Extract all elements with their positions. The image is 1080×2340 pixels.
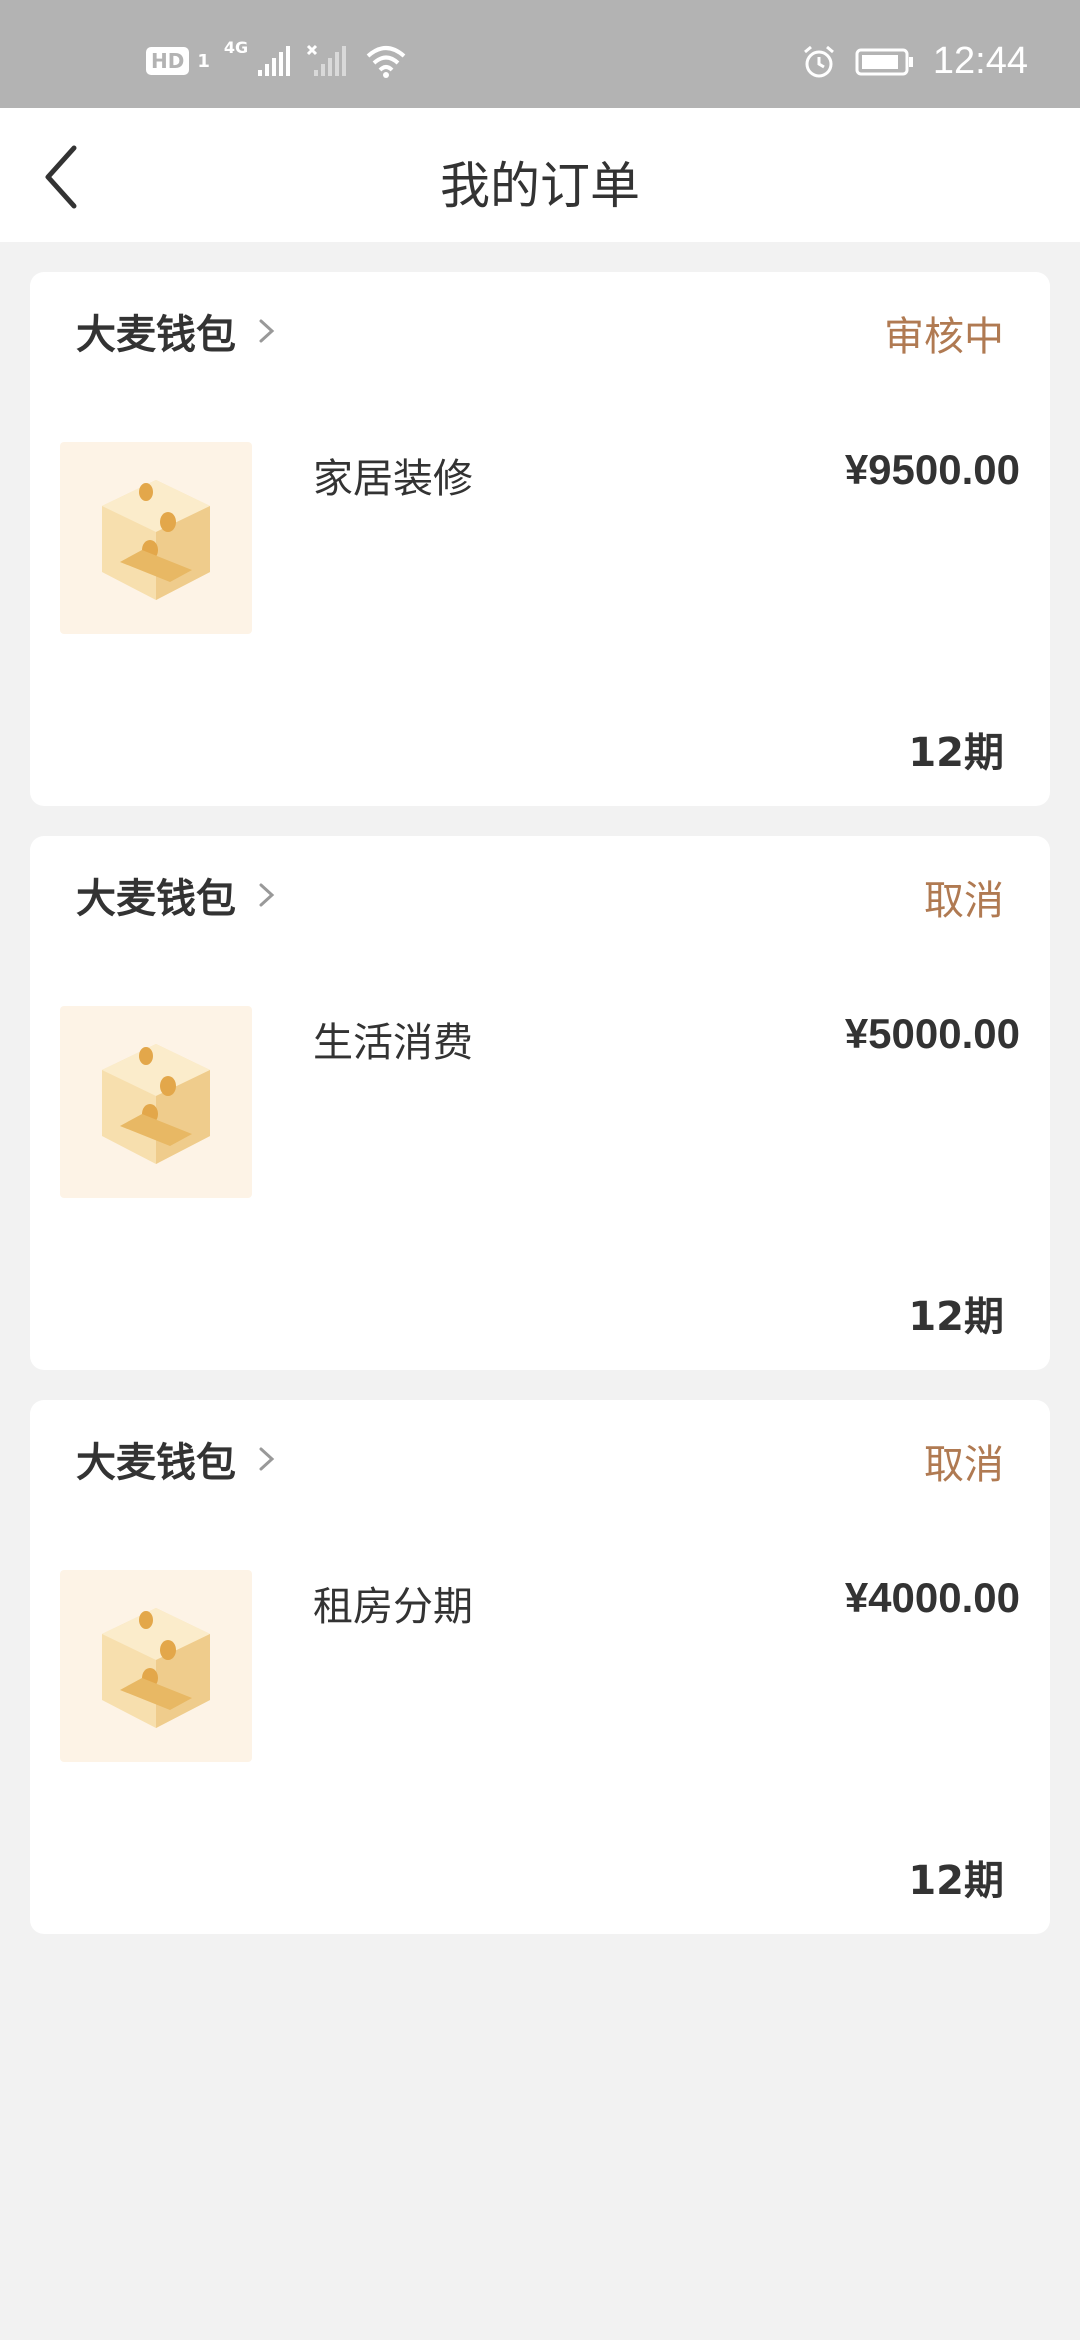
installment-term: 12期 [908,730,1004,776]
installment-term: 12期 [908,1294,1004,1340]
status-bar-right: 12:44 [801,40,1028,83]
order-card[interactable]: 大麦钱包 取消 生活消费 ¥5000.00 12期 [30,836,1050,1370]
nav-bar: 我的订单 [0,108,1080,242]
merchant-name: 大麦钱包 [76,1440,236,1486]
order-status: 取消 [924,1442,1004,1488]
order-card[interactable]: 大麦钱包 审核中 家居装修 ¥9500.00 12期 [30,272,1050,806]
merchant-link[interactable]: 大麦钱包 [76,1430,276,1488]
status-time: 12:44 [932,40,1028,82]
product-name: 租房分期 [313,1584,473,1630]
order-price: ¥9500.00 [844,446,1020,493]
sim-slot-label: 1 [197,50,210,72]
battery-icon [855,48,913,75]
merchant-name: 大麦钱包 [76,312,236,358]
product-thumbnail [60,1570,252,1762]
product-thumbnail [60,1006,252,1198]
product-name: 生活消费 [313,1020,473,1066]
page-title: 我的订单 [440,157,640,215]
status-bar: HD 1 4G 12:44 [0,0,1080,108]
order-card[interactable]: 大麦钱包 取消 租房分期 ¥4000.00 12期 [30,1400,1050,1934]
alarm-icon [803,45,834,77]
product-name: 家居装修 [313,456,473,502]
merchant-link[interactable]: 大麦钱包 [76,302,276,360]
no-signal-icon [307,44,347,76]
network-type-label: 4G [223,38,249,57]
order-status: 审核中 [884,314,1004,360]
order-price: ¥4000.00 [844,1574,1020,1621]
coin-box-icon [102,1044,210,1164]
chevron-right-icon [259,883,275,907]
chevron-right-icon [259,319,275,343]
product-thumbnail [60,442,252,634]
wifi-icon [366,46,406,78]
installment-term: 12期 [908,1858,1004,1904]
merchant-name: 大麦钱包 [76,876,236,922]
coin-box-icon [102,480,210,600]
signal-icon [258,46,291,76]
hd-icon: HD [146,47,190,75]
coin-box-icon [102,1608,210,1728]
merchant-link[interactable]: 大麦钱包 [76,866,276,924]
status-bar-left: HD 1 4G [146,38,408,78]
order-status: 取消 [924,878,1004,924]
chevron-right-icon [259,1447,275,1471]
order-price: ¥5000.00 [844,1010,1020,1057]
